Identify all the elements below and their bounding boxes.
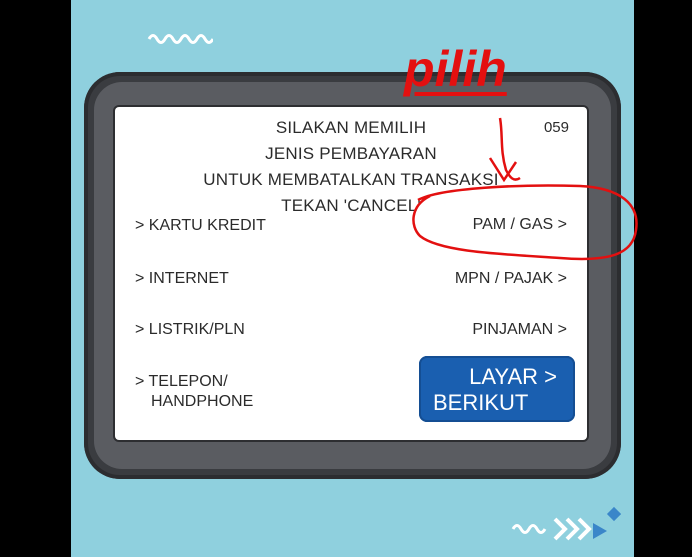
header-line-1: SILAKAN MEMILIH	[275, 118, 427, 137]
option-telepon-line1: > TELEPON/	[135, 373, 228, 390]
header-line-2: JENIS PEMBAYARAN	[265, 144, 437, 163]
header-line-3: UNTUK MEMBATALKAN TRANSAKSI	[203, 170, 499, 189]
option-listrik-pln[interactable]: > LISTRIK/PLN	[135, 320, 245, 340]
next-button-line1: LAYAR >	[469, 364, 557, 389]
next-screen-button[interactable]: LAYAR > BERIKUT	[419, 356, 575, 422]
chevron-decoration-icon	[511, 506, 621, 541]
wave-decoration-icon	[147, 34, 213, 44]
background-scene: 059 SILAKAN MEMILIH JENIS PEMBAYARAN UNT…	[71, 0, 634, 557]
screen-header: SILAKAN MEMILIH JENIS PEMBAYARAN UNTUK M…	[115, 115, 587, 219]
atm-screen: 059 SILAKAN MEMILIH JENIS PEMBAYARAN UNT…	[115, 107, 587, 440]
option-pinjaman[interactable]: PINJAMAN >	[472, 320, 567, 340]
next-button-line2: BERIKUT	[433, 390, 529, 415]
option-internet[interactable]: > INTERNET	[135, 269, 229, 289]
option-kartu-kredit[interactable]: > KARTU KREDIT	[135, 216, 266, 236]
annotation-pilih: pilih	[404, 41, 507, 97]
option-pam-gas[interactable]: PAM / GAS >	[473, 215, 567, 235]
option-telepon-line2: HANDPHONE	[151, 393, 254, 410]
option-mpn-pajak[interactable]: MPN / PAJAK >	[455, 269, 567, 289]
option-telepon-handphone[interactable]: > TELEPON/ HANDPHONE	[135, 372, 253, 412]
